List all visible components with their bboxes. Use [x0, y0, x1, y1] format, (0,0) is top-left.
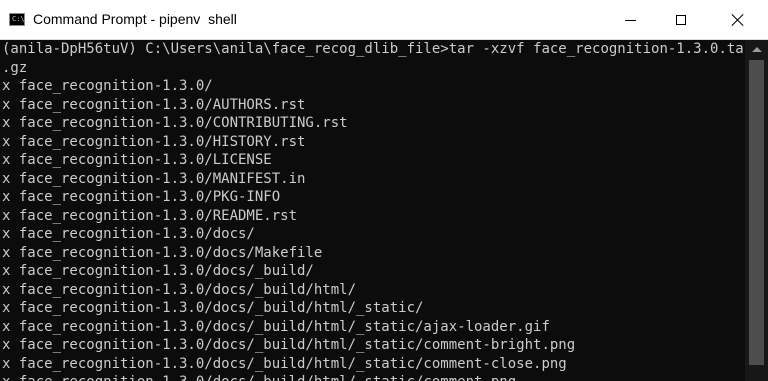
console-line: x face_recognition-1.3.0/HISTORY.rst — [2, 133, 306, 150]
console-line: x face_recognition-1.3.0/ — [2, 78, 213, 94]
minimize-icon — [624, 19, 636, 21]
maximize-button[interactable] — [657, 0, 705, 40]
console-line: x face_recognition-1.3.0/docs/_build/htm… — [2, 281, 357, 298]
maximize-icon — [676, 15, 686, 25]
console-line: x face_recognition-1.3.0/docs/_build/htm… — [2, 337, 576, 353]
console-line: x face_recognition-1.3.0/docs/_build/htm… — [2, 373, 745, 381]
console-line: x face_recognition-1.3.0/AUTHORS.rst — [2, 96, 306, 113]
close-icon — [731, 13, 745, 27]
console-line: x face_recognition-1.3.0/PKG-INFO — [2, 189, 281, 205]
minimize-button[interactable] — [606, 0, 654, 40]
scroll-up-arrow-icon — [751, 46, 762, 52]
console-line: .gz — [2, 59, 28, 76]
cmd-icon[interactable]: C:\_ — [9, 13, 29, 26]
console-output[interactable]: (anila-DpH56tuV) C:\Users\anila\face_rec… — [0, 40, 745, 381]
cmd-icon-glyph: C:\_ — [12, 15, 29, 23]
console-line: x face_recognition-1.3.0/docs/_build/htm… — [2, 318, 550, 335]
console-line: x face_recognition-1.3.0/docs/_build/htm… — [2, 300, 424, 316]
close-button[interactable] — [714, 0, 762, 40]
console-line: x face_recognition-1.3.0/docs/ — [2, 226, 255, 242]
window-title: Command Prompt - pipenv shell — [33, 11, 237, 27]
console-line: x face_recognition-1.3.0/CONTRIBUTING.rs… — [2, 115, 348, 131]
vertical-scrollbar[interactable] — [745, 40, 768, 381]
scroll-up-button[interactable] — [745, 40, 768, 58]
console-line: x face_recognition-1.3.0/README.rst — [2, 207, 298, 224]
console-line: x face_recognition-1.3.0/docs/_build/ — [2, 263, 314, 279]
console-line: (anila-DpH56tuV) C:\Users\anila\face_rec… — [2, 41, 745, 57]
console-line: x face_recognition-1.3.0/LICENSE — [2, 152, 272, 168]
console-line: x face_recognition-1.3.0/docs/Makefile — [2, 244, 323, 261]
title-bar[interactable]: C:\_ Command Prompt - pipenv shell — [0, 0, 768, 40]
console-line: x face_recognition-1.3.0/MANIFEST.in — [2, 170, 306, 187]
command-prompt-window: C:\_ Command Prompt - pipenv shell (anil… — [0, 0, 768, 381]
console-line: x face_recognition-1.3.0/docs/_build/htm… — [2, 355, 567, 372]
scrollbar-thumb[interactable] — [749, 60, 764, 365]
